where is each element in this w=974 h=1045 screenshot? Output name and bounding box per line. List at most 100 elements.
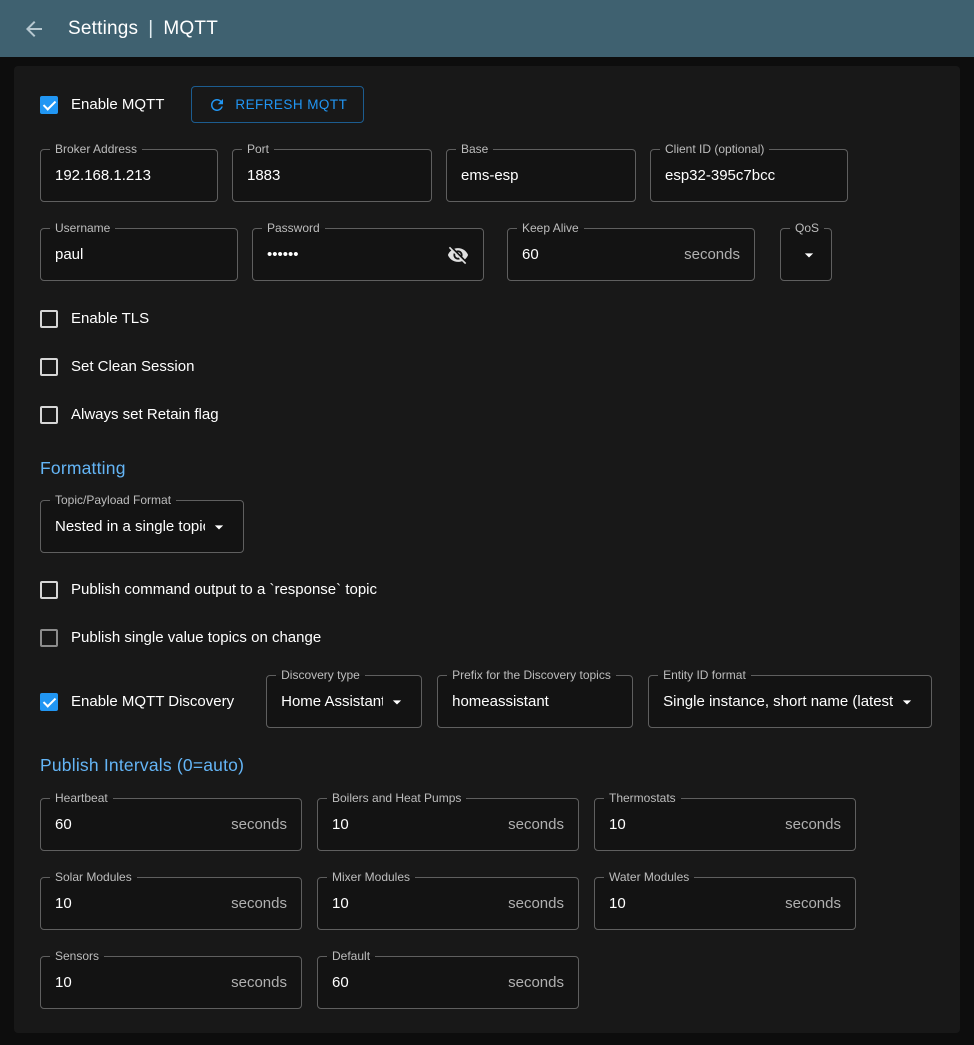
mixer-label: Mixer Modules — [327, 869, 415, 886]
publish-response-label: Publish command output to a `response` t… — [71, 581, 377, 598]
heartbeat-interval-field: Heartbeat seconds — [40, 798, 302, 851]
checkbox-unchecked-icon — [40, 310, 58, 328]
qos-label: QoS — [790, 220, 824, 237]
enable-discovery-checkbox[interactable]: Enable MQTT Discovery — [40, 693, 234, 711]
base-field: Base — [446, 149, 636, 202]
port-label: Port — [242, 141, 274, 158]
mixer-input[interactable] — [332, 895, 500, 912]
qos-select[interactable]: QoS 0 — [780, 228, 832, 281]
discovery-type-select[interactable]: Discovery type Home Assistant — [266, 675, 422, 728]
base-input[interactable] — [461, 167, 621, 184]
enable-tls-row: Enable TLS — [40, 302, 934, 335]
discovery-row: Enable MQTT Discovery Discovery type Hom… — [40, 675, 934, 728]
keep-alive-field: Keep Alive seconds — [507, 228, 755, 281]
port-input[interactable] — [247, 167, 417, 184]
page-title: Settings | MQTT — [68, 18, 218, 40]
discovery-prefix-label: Prefix for the Discovery topics — [447, 667, 616, 684]
port-field: Port — [232, 149, 432, 202]
keep-alive-label: Keep Alive — [517, 220, 584, 237]
default-input[interactable] — [332, 974, 500, 991]
water-input[interactable] — [609, 895, 777, 912]
enable-tls-checkbox[interactable]: Enable TLS — [40, 310, 149, 328]
seconds-suffix: seconds — [508, 895, 564, 912]
client-id-label: Client ID (optional) — [660, 141, 769, 158]
default-label: Default — [327, 948, 375, 965]
topic-format-select[interactable]: Topic/Payload Format Nested in a single … — [40, 500, 244, 553]
solar-input[interactable] — [55, 895, 223, 912]
discovery-type-label: Discovery type — [276, 667, 365, 684]
water-interval-field: Water Modules seconds — [594, 877, 856, 930]
enable-mqtt-row: Enable MQTT REFRESH MQTT — [40, 86, 934, 123]
clean-session-row: Set Clean Session — [40, 350, 934, 383]
sensors-input[interactable] — [55, 974, 223, 991]
enable-tls-label: Enable TLS — [71, 310, 149, 327]
keep-alive-suffix: seconds — [684, 246, 740, 263]
broker-address-input[interactable] — [55, 167, 203, 184]
broker-address-field: Broker Address — [40, 149, 218, 202]
publish-response-checkbox[interactable]: Publish command output to a `response` t… — [40, 581, 377, 599]
thermostats-input[interactable] — [609, 816, 777, 833]
back-button[interactable] — [18, 13, 50, 45]
entity-format-value: Single instance, short name (latest) — [663, 693, 893, 710]
password-input[interactable] — [267, 246, 439, 263]
checkbox-unchecked-icon — [40, 629, 58, 647]
entity-format-select[interactable]: Entity ID format Single instance, short … — [648, 675, 932, 728]
sensors-label: Sensors — [50, 948, 104, 965]
client-id-input[interactable] — [665, 167, 833, 184]
caret-down-icon — [387, 692, 407, 712]
breadcrumb-separator: | — [148, 18, 153, 40]
checkbox-unchecked-icon — [40, 406, 58, 424]
username-input[interactable] — [55, 246, 223, 263]
solar-interval-field: Solar Modules seconds — [40, 877, 302, 930]
boilers-label: Boilers and Heat Pumps — [327, 790, 466, 807]
topic-format-label: Topic/Payload Format — [50, 492, 176, 509]
topic-format-row: Topic/Payload Format Nested in a single … — [40, 500, 934, 553]
retain-flag-checkbox[interactable]: Always set Retain flag — [40, 406, 219, 424]
heartbeat-label: Heartbeat — [50, 790, 113, 807]
username-label: Username — [50, 220, 115, 237]
water-label: Water Modules — [604, 869, 694, 886]
caret-down-icon — [897, 692, 917, 712]
toggle-password-visibility-button[interactable] — [447, 244, 469, 266]
sensors-interval-field: Sensors seconds — [40, 956, 302, 1009]
discovery-prefix-input[interactable] — [452, 693, 618, 710]
client-id-field: Client ID (optional) — [650, 149, 848, 202]
app-bar: Settings | MQTT — [0, 0, 974, 57]
broker-settings-row: Broker Address Port Base Client ID (opti… — [40, 149, 934, 202]
password-label: Password — [262, 220, 325, 237]
refresh-icon — [208, 96, 226, 114]
enable-mqtt-label: Enable MQTT — [71, 96, 164, 113]
heartbeat-input[interactable] — [55, 816, 223, 833]
visibility-off-icon — [447, 244, 469, 266]
thermostats-label: Thermostats — [604, 790, 681, 807]
retain-flag-row: Always set Retain flag — [40, 398, 934, 431]
boilers-input[interactable] — [332, 816, 500, 833]
refresh-mqtt-button[interactable]: REFRESH MQTT — [191, 86, 364, 123]
publish-single-checkbox[interactable]: Publish single value topics on change — [40, 629, 321, 647]
discovery-prefix-field: Prefix for the Discovery topics — [437, 675, 633, 728]
keep-alive-input[interactable] — [522, 246, 676, 263]
publish-intervals-grid: Heartbeat seconds Boilers and Heat Pumps… — [40, 798, 934, 1009]
clean-session-checkbox[interactable]: Set Clean Session — [40, 358, 194, 376]
checkbox-unchecked-icon — [40, 358, 58, 376]
seconds-suffix: seconds — [785, 895, 841, 912]
publish-single-row: Publish single value topics on change — [40, 621, 934, 654]
retain-flag-label: Always set Retain flag — [71, 406, 219, 423]
solar-label: Solar Modules — [50, 869, 137, 886]
publish-single-label: Publish single value topics on change — [71, 629, 321, 646]
mixer-interval-field: Mixer Modules seconds — [317, 877, 579, 930]
publish-intervals-heading: Publish Intervals (0=auto) — [40, 755, 934, 776]
checkbox-unchecked-icon — [40, 581, 58, 599]
discovery-type-value: Home Assistant — [281, 693, 383, 710]
caret-down-icon — [799, 245, 819, 265]
checkbox-checked-icon — [40, 693, 58, 711]
checkbox-checked-icon — [40, 96, 58, 114]
boilers-interval-field: Boilers and Heat Pumps seconds — [317, 798, 579, 851]
enable-discovery-label: Enable MQTT Discovery — [71, 693, 234, 710]
enable-mqtt-checkbox[interactable]: Enable MQTT — [40, 96, 164, 114]
topic-format-value: Nested in a single topic — [55, 518, 205, 535]
credentials-row: Username Password Keep Alive seconds QoS — [40, 228, 934, 281]
arrow-left-icon — [22, 17, 46, 41]
seconds-suffix: seconds — [508, 816, 564, 833]
breadcrumb-settings: Settings — [68, 18, 138, 40]
